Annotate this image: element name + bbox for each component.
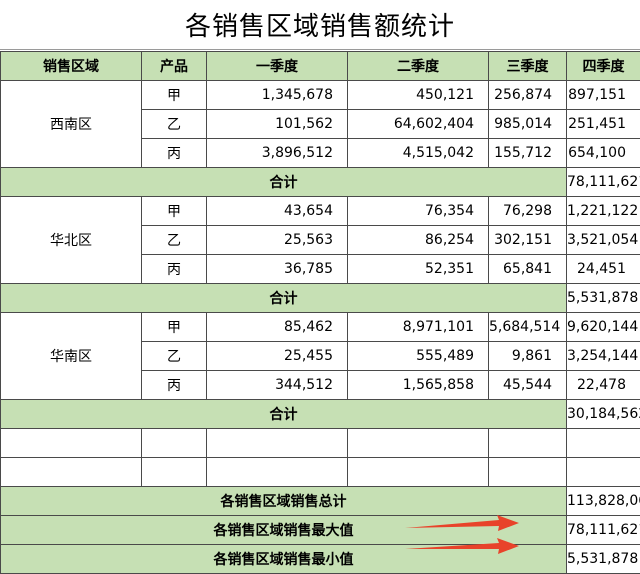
table-row: 华北区甲43,65476,35476,2981,221,122 bbox=[1, 197, 640, 226]
sheet-title: 各销售区域销售额统计 bbox=[0, 0, 640, 50]
product-cell[interactable]: 乙 bbox=[142, 342, 207, 371]
subtotal-value[interactable]: 78,111,621 bbox=[567, 168, 640, 197]
empty-cell[interactable] bbox=[142, 458, 207, 487]
value-cell[interactable]: 65,841 bbox=[489, 255, 567, 284]
value-cell[interactable]: 344,512 bbox=[207, 371, 348, 400]
arrow-max-icon bbox=[403, 514, 523, 534]
column-header[interactable]: 四季度 bbox=[567, 52, 640, 81]
value-cell[interactable]: 36,785 bbox=[207, 255, 348, 284]
empty-cell[interactable] bbox=[1, 458, 142, 487]
column-header[interactable]: 一季度 bbox=[207, 52, 348, 81]
product-cell[interactable]: 甲 bbox=[142, 81, 207, 110]
table-row: 西南区甲1,345,678450,121256,874897,151 bbox=[1, 81, 640, 110]
value-cell[interactable]: 25,455 bbox=[207, 342, 348, 371]
region-cell[interactable]: 西南区 bbox=[1, 81, 142, 168]
empty-cell[interactable] bbox=[489, 458, 567, 487]
value-cell[interactable]: 155,712 bbox=[489, 139, 567, 168]
summary-value[interactable]: 78,111,621 bbox=[567, 516, 640, 545]
empty-cell[interactable] bbox=[567, 429, 640, 458]
summary-row: 各销售区域销售最大值78,111,621 bbox=[1, 516, 640, 545]
value-cell[interactable]: 101,562 bbox=[207, 110, 348, 139]
subtotal-label[interactable]: 合计 bbox=[1, 284, 567, 313]
empty-cell[interactable] bbox=[207, 429, 348, 458]
value-cell[interactable]: 85,462 bbox=[207, 313, 348, 342]
value-cell[interactable]: 76,298 bbox=[489, 197, 567, 226]
value-cell[interactable]: 1,221,122 bbox=[567, 197, 640, 226]
summary-row: 各销售区域销售最小值5,531,878 bbox=[1, 545, 640, 574]
subtotal-label[interactable]: 合计 bbox=[1, 168, 567, 197]
summary-row: 各销售区域销售总计113,828,061 bbox=[1, 487, 640, 516]
column-header[interactable]: 二季度 bbox=[348, 52, 489, 81]
empty-cell[interactable] bbox=[348, 429, 489, 458]
value-cell[interactable]: 64,602,404 bbox=[348, 110, 489, 139]
value-cell[interactable]: 9,620,144 bbox=[567, 313, 640, 342]
sales-table: 销售区域产品一季度二季度三季度四季度西南区甲1,345,678450,12125… bbox=[0, 51, 640, 574]
value-cell[interactable]: 1,345,678 bbox=[207, 81, 348, 110]
subtotal-row: 合计78,111,621 bbox=[1, 168, 640, 197]
empty-row bbox=[1, 429, 640, 458]
region-cell[interactable]: 华北区 bbox=[1, 197, 142, 284]
column-header[interactable]: 产品 bbox=[142, 52, 207, 81]
product-cell[interactable]: 乙 bbox=[142, 110, 207, 139]
empty-cell[interactable] bbox=[348, 458, 489, 487]
summary-value[interactable]: 5,531,878 bbox=[567, 545, 640, 574]
empty-cell[interactable] bbox=[567, 458, 640, 487]
value-cell[interactable]: 985,014 bbox=[489, 110, 567, 139]
product-cell[interactable]: 丙 bbox=[142, 255, 207, 284]
region-cell[interactable]: 华南区 bbox=[1, 313, 142, 400]
summary-label[interactable]: 各销售区域销售总计 bbox=[1, 487, 567, 516]
product-cell[interactable]: 甲 bbox=[142, 197, 207, 226]
subtotal-value[interactable]: 5,531,878 bbox=[567, 284, 640, 313]
value-cell[interactable]: 654,100 bbox=[567, 139, 640, 168]
value-cell[interactable]: 897,151 bbox=[567, 81, 640, 110]
value-cell[interactable]: 76,354 bbox=[348, 197, 489, 226]
value-cell[interactable]: 52,351 bbox=[348, 255, 489, 284]
value-cell[interactable]: 3,254,144 bbox=[567, 342, 640, 371]
product-cell[interactable]: 丙 bbox=[142, 371, 207, 400]
empty-cell[interactable] bbox=[1, 429, 142, 458]
empty-row bbox=[1, 458, 640, 487]
value-cell[interactable]: 9,861 bbox=[489, 342, 567, 371]
subtotal-row: 合计5,531,878 bbox=[1, 284, 640, 313]
value-cell[interactable]: 302,151 bbox=[489, 226, 567, 255]
product-cell[interactable]: 丙 bbox=[142, 139, 207, 168]
value-cell[interactable]: 5,684,514 bbox=[489, 313, 567, 342]
table-row: 华南区甲85,4628,971,1015,684,5149,620,144 bbox=[1, 313, 640, 342]
summary-value[interactable]: 113,828,061 bbox=[567, 487, 640, 516]
value-cell[interactable]: 86,254 bbox=[348, 226, 489, 255]
column-header[interactable]: 三季度 bbox=[489, 52, 567, 81]
empty-cell[interactable] bbox=[207, 458, 348, 487]
value-cell[interactable]: 8,971,101 bbox=[348, 313, 489, 342]
subtotal-row: 合计30,184,562 bbox=[1, 400, 640, 429]
value-cell[interactable]: 450,121 bbox=[348, 81, 489, 110]
subtotal-value[interactable]: 30,184,562 bbox=[567, 400, 640, 429]
product-cell[interactable]: 甲 bbox=[142, 313, 207, 342]
value-cell[interactable]: 4,515,042 bbox=[348, 139, 489, 168]
value-cell[interactable]: 3,896,512 bbox=[207, 139, 348, 168]
value-cell[interactable]: 24,451 bbox=[567, 255, 640, 284]
empty-cell[interactable] bbox=[489, 429, 567, 458]
value-cell[interactable]: 256,874 bbox=[489, 81, 567, 110]
value-cell[interactable]: 22,478 bbox=[567, 371, 640, 400]
subtotal-label[interactable]: 合计 bbox=[1, 400, 567, 429]
value-cell[interactable]: 3,521,054 bbox=[567, 226, 640, 255]
empty-cell[interactable] bbox=[142, 429, 207, 458]
product-cell[interactable]: 乙 bbox=[142, 226, 207, 255]
value-cell[interactable]: 555,489 bbox=[348, 342, 489, 371]
arrow-min-icon bbox=[403, 537, 523, 557]
value-cell[interactable]: 1,565,858 bbox=[348, 371, 489, 400]
value-cell[interactable]: 25,563 bbox=[207, 226, 348, 255]
header-row: 销售区域产品一季度二季度三季度四季度 bbox=[1, 52, 640, 81]
value-cell[interactable]: 45,544 bbox=[489, 371, 567, 400]
value-cell[interactable]: 251,451 bbox=[567, 110, 640, 139]
column-header[interactable]: 销售区域 bbox=[1, 52, 142, 81]
value-cell[interactable]: 43,654 bbox=[207, 197, 348, 226]
